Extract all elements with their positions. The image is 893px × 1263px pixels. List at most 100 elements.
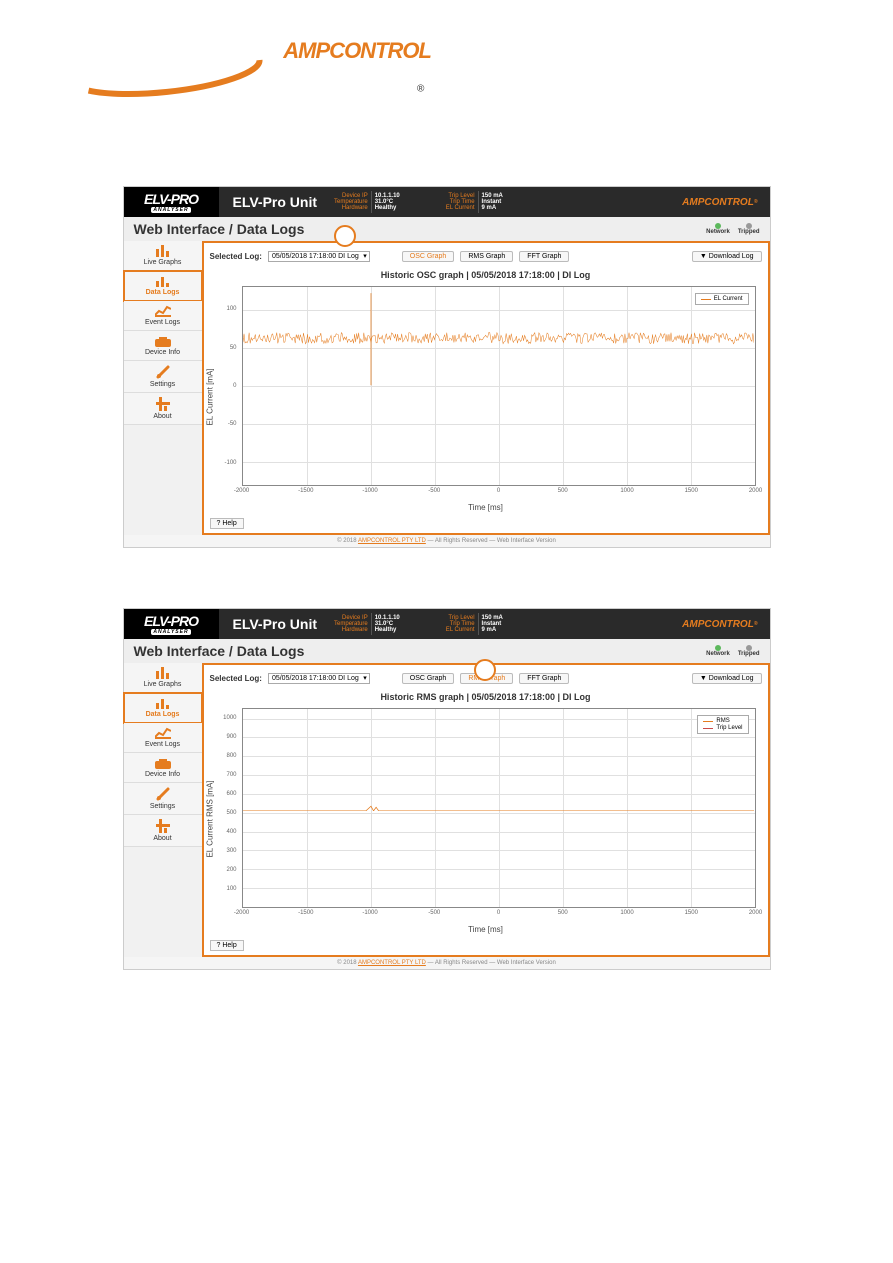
x-axis-label: Time [ms] — [468, 925, 503, 934]
sidebar-item-live-graphs[interactable]: Live Graphs — [124, 663, 202, 693]
y-tick: 400 — [226, 829, 236, 835]
y-tick: 800 — [226, 753, 236, 759]
highlight-circle — [334, 225, 356, 247]
sidebar-item-about[interactable]: About — [124, 393, 202, 425]
breadcrumb: Web Interface / Data Logs — [134, 643, 305, 659]
y-tick: -50 — [228, 421, 237, 427]
legend-swatch — [703, 721, 713, 722]
status-label: Tripped — [738, 651, 760, 657]
y-tick: 900 — [226, 734, 236, 740]
y-tick: 100 — [226, 306, 236, 312]
sidebar-item-event-logs[interactable]: Event Logs — [124, 723, 202, 753]
selected-log-dropdown[interactable]: 05/05/2018 17:18:00 DI Log — [268, 251, 370, 262]
sidebar-item-event-logs[interactable]: Event Logs — [124, 301, 202, 331]
toolbar: Selected Log: 05/05/2018 17:18:00 DI Log… — [210, 249, 762, 268]
y-tick: 0 — [233, 383, 236, 389]
sidebar-nav: Live Graphs Data Logs Event Logs Device … — [124, 663, 202, 957]
x-tick: -1000 — [362, 488, 377, 494]
sidebar-item-settings[interactable]: Settings — [124, 783, 202, 815]
legend-label: RMS — [716, 718, 729, 724]
x-tick: 500 — [558, 488, 568, 494]
y-tick: 700 — [226, 772, 236, 778]
device-specs: Device IP Temperature Hardware 10.1.1.10… — [331, 187, 506, 217]
chart-legend: RMS Trip Level — [697, 715, 748, 734]
y-tick: 600 — [226, 791, 236, 797]
sidebar-item-label: Live Graphs — [144, 259, 182, 266]
y-tick: 300 — [226, 848, 236, 854]
sidebar-item-live-graphs[interactable]: Live Graphs — [124, 241, 202, 271]
help-button[interactable]: ? Help — [210, 518, 244, 529]
selected-log-label: Selected Log: — [210, 674, 262, 683]
tab-fft-graph[interactable]: FFT Graph — [519, 251, 569, 262]
sidebar-item-label: About — [153, 413, 171, 420]
tab-osc-graph[interactable]: OSC Graph — [402, 673, 455, 684]
x-tick: -500 — [428, 910, 440, 916]
chart-title: Historic OSC graph | 05/05/2018 17:18:00… — [210, 270, 762, 280]
spec-value: 9 mA — [482, 627, 503, 633]
tab-osc-graph[interactable]: OSC Graph — [402, 251, 455, 262]
sidebar-item-data-logs[interactable]: Data Logs — [124, 271, 202, 301]
spec-value: Healthy — [375, 205, 400, 211]
sidebar-item-data-logs[interactable]: Data Logs — [124, 693, 202, 723]
screenshot-rms-panel: ELV-PRO ANALYSER ELV-Pro Unit Device IP … — [123, 608, 771, 970]
chart-legend: EL Current — [695, 293, 749, 305]
tab-fft-graph[interactable]: FFT Graph — [519, 673, 569, 684]
x-tick: 2000 — [749, 488, 762, 494]
legend-swatch — [701, 299, 711, 300]
legend-label: Trip Level — [716, 725, 742, 731]
sidebar-item-device-info[interactable]: Device Info — [124, 331, 202, 361]
sidebar-item-label: Event Logs — [145, 741, 180, 748]
help-button[interactable]: ? Help — [210, 940, 244, 951]
sidebar-nav: Live Graphs Data Logs Event Logs Device … — [124, 241, 202, 535]
spec-label: EL Current — [446, 205, 475, 211]
breadcrumb-bar: Web Interface / Data Logs Network Trippe… — [124, 639, 770, 663]
chart-title: Historic RMS graph | 05/05/2018 17:18:00… — [210, 692, 762, 702]
selected-log-label: Selected Log: — [210, 252, 262, 261]
y-tick: 50 — [230, 345, 237, 351]
selected-log-dropdown[interactable]: 05/05/2018 17:18:00 DI Log — [268, 673, 370, 684]
x-tick: 1000 — [620, 910, 633, 916]
sidebar-item-label: About — [153, 835, 171, 842]
rms-waveform — [243, 709, 755, 811]
x-axis-label: Time [ms] — [468, 503, 503, 512]
elvpro-logo: ELV-PRO ANALYSER — [124, 609, 219, 639]
footer-link[interactable]: AMPCONTROL PTY LTD — [358, 538, 426, 544]
x-tick: -500 — [428, 488, 440, 494]
footer: © 2018 AMPCONTROL PTY LTD — All Rights R… — [124, 535, 770, 547]
footer: © 2018 AMPCONTROL PTY LTD — All Rights R… — [124, 957, 770, 969]
sidebar-item-settings[interactable]: Settings — [124, 361, 202, 393]
x-tick: 0 — [497, 488, 500, 494]
sidebar-item-label: Device Info — [145, 349, 180, 356]
ampcontrol-badge: AMPCONTROL® — [682, 609, 769, 639]
download-log-button[interactable]: ▼ Download Log — [692, 251, 762, 262]
osc-waveform — [243, 287, 755, 389]
spec-label: EL Current — [446, 627, 475, 633]
device-specs: Device IP Temperature Hardware 10.1.1.10… — [331, 609, 506, 639]
unit-title: ELV-Pro Unit — [219, 187, 332, 217]
x-tick: 500 — [558, 910, 568, 916]
sidebar-item-device-info[interactable]: Device Info — [124, 753, 202, 783]
sidebar-item-about[interactable]: About — [124, 815, 202, 847]
legend-swatch — [703, 728, 713, 729]
ampcontrol-logo: AMPCONTROL® — [65, 40, 893, 106]
x-tick: -1500 — [298, 910, 313, 916]
x-tick: 0 — [497, 910, 500, 916]
x-tick: 1500 — [685, 910, 698, 916]
ampcontrol-badge: AMPCONTROL® — [682, 187, 769, 217]
spec-label: Hardware — [334, 627, 368, 633]
sidebar-item-label: Device Info — [145, 771, 180, 778]
plot-area: RMS Trip Level — [242, 708, 756, 908]
spec-value: Healthy — [375, 627, 400, 633]
plot-area: EL Current — [242, 286, 756, 486]
main-content: Selected Log: 05/05/2018 17:18:00 DI Log… — [202, 663, 770, 957]
download-log-button[interactable]: ▼ Download Log — [692, 673, 762, 684]
tab-rms-graph[interactable]: RMS Graph — [460, 251, 513, 262]
footer-link[interactable]: AMPCONTROL PTY LTD — [358, 960, 426, 966]
y-tick: 1000 — [223, 715, 236, 721]
unit-title: ELV-Pro Unit — [219, 609, 332, 639]
highlight-circle — [474, 659, 496, 681]
sidebar-item-label: Settings — [150, 803, 175, 810]
status-label: Network — [706, 651, 730, 657]
x-tick: 1000 — [620, 488, 633, 494]
rms-chart: EL Current RMS [mA] 1000 900 800 700 600… — [214, 704, 758, 934]
